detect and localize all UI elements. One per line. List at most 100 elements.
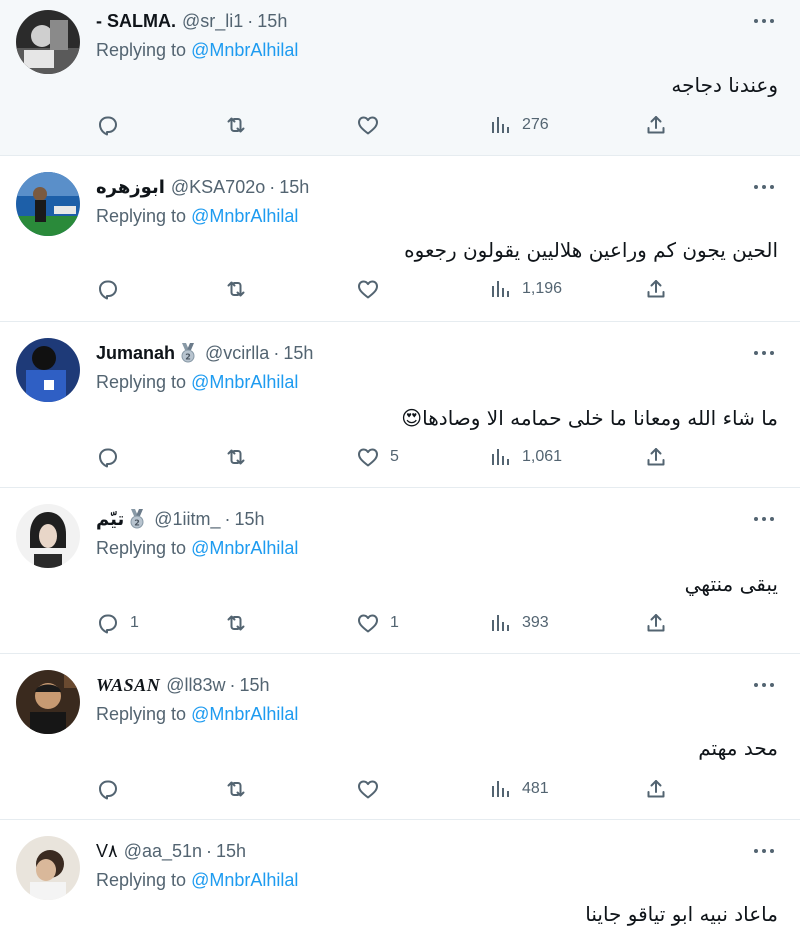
display-name[interactable]: - SALMA. (96, 11, 176, 32)
views-icon (488, 445, 512, 469)
like-button[interactable] (356, 274, 390, 304)
more-icon[interactable] (752, 678, 776, 692)
share-icon (644, 777, 668, 801)
avatar[interactable] (16, 836, 80, 900)
reply-tweet[interactable]: Jumanah @vcirlla · 15h Replying to @Mnbr… (0, 322, 800, 488)
heart-icon (356, 445, 380, 469)
medal-icon (179, 343, 197, 363)
avatar[interactable] (16, 172, 80, 236)
replying-to-handle[interactable]: @MnbrAlhilal (191, 538, 298, 558)
share-button[interactable] (644, 274, 668, 304)
share-button[interactable] (644, 774, 668, 804)
timestamp[interactable]: 15h (283, 343, 313, 364)
display-name[interactable]: Jumanah (96, 343, 175, 364)
avatar[interactable] (16, 670, 80, 734)
replying-to-handle[interactable]: @MnbrAlhilal (191, 704, 298, 724)
replying-to-handle[interactable]: @MnbrAlhilal (191, 870, 298, 890)
tweet-actions (96, 940, 696, 944)
views-button[interactable]: 276 (488, 110, 549, 140)
display-name[interactable]: تيّم (96, 509, 124, 530)
retweet-button[interactable] (224, 774, 248, 804)
views-button[interactable]: 1,061 (488, 442, 562, 472)
more-icon[interactable] (752, 14, 776, 28)
reply-tweet[interactable]: ابوزهره @KSA702o · 15h Replying to @Mnbr… (0, 156, 800, 322)
replying-to-label: Replying to (96, 870, 187, 890)
retweet-button[interactable] (224, 110, 248, 140)
share-button[interactable] (644, 608, 668, 638)
like-button[interactable]: 5 (356, 442, 399, 472)
reply-tweet[interactable]: WASAN @ll83w · 15h Replying to @MnbrAlhi… (0, 654, 800, 820)
like-button[interactable] (356, 110, 390, 140)
timestamp[interactable]: 15h (257, 11, 287, 32)
retweet-icon (224, 445, 248, 469)
like-button[interactable] (356, 774, 390, 804)
heart-icon (356, 777, 380, 801)
more-icon[interactable] (752, 180, 776, 194)
tweet-text: يبقى منتهي (684, 572, 778, 596)
user-handle[interactable]: @sr_li1 (182, 11, 243, 32)
more-icon[interactable] (752, 512, 776, 526)
tweet-actions: 5 1,061 (96, 442, 696, 472)
retweet-button[interactable] (224, 274, 248, 304)
replying-to-label: Replying to (96, 206, 187, 226)
views-button[interactable]: 1,196 (488, 274, 562, 304)
replying-to-handle[interactable]: @MnbrAlhilal (191, 372, 298, 392)
retweet-icon (224, 611, 248, 635)
user-handle[interactable]: @vcirlla (205, 343, 269, 364)
replying-to: Replying to @MnbrAlhilal (96, 40, 298, 61)
share-button[interactable] (644, 940, 668, 944)
retweet-button[interactable] (224, 442, 248, 472)
display-name[interactable]: WASAN (96, 675, 160, 696)
tweet-text: الحين يجون كم وراعين هلاليين يقولون رجعو… (404, 238, 778, 262)
reply-button[interactable] (96, 274, 130, 304)
tweet-header: تيّم @1iitm_ · 15h (96, 508, 265, 530)
share-button[interactable] (644, 442, 668, 472)
views-button[interactable]: 481 (488, 774, 549, 804)
more-icon[interactable] (752, 844, 776, 858)
reply-button[interactable] (96, 940, 130, 944)
views-button[interactable]: 393 (488, 608, 549, 638)
avatar[interactable] (16, 338, 80, 402)
timestamp[interactable]: 15h (235, 509, 265, 530)
display-name[interactable]: V۸ (96, 841, 118, 862)
reply-tweet[interactable]: - SALMA. @sr_li1 · 15h Replying to @Mnbr… (0, 0, 800, 156)
reply-icon (96, 445, 120, 469)
user-handle[interactable]: @aa_51n (124, 841, 202, 862)
timestamp[interactable]: 15h (216, 841, 246, 862)
tweet-header: Jumanah @vcirlla · 15h (96, 342, 313, 364)
retweet-button[interactable] (224, 940, 248, 944)
more-icon[interactable] (752, 346, 776, 360)
reply-button[interactable] (96, 774, 130, 804)
like-count: 5 (390, 448, 399, 465)
retweet-button[interactable] (224, 608, 248, 638)
views-button[interactable] (488, 940, 522, 944)
reply-button[interactable]: 1 (96, 608, 139, 638)
timestamp[interactable]: 15h (240, 675, 270, 696)
like-button[interactable]: 1 (356, 608, 399, 638)
retweet-icon (224, 113, 248, 137)
replying-to-label: Replying to (96, 538, 187, 558)
replying-to-label: Replying to (96, 40, 187, 60)
replying-to: Replying to @MnbrAlhilal (96, 870, 298, 891)
user-handle[interactable]: @ll83w (166, 675, 225, 696)
avatar[interactable] (16, 10, 80, 74)
reply-tweet[interactable]: تيّم @1iitm_ · 15h Replying to @MnbrAlhi… (0, 488, 800, 654)
tweet-text: ماعاد نبيه ابو تياقو جاينا (585, 902, 778, 926)
replying-to-handle[interactable]: @MnbrAlhilal (191, 206, 298, 226)
heart-icon (356, 611, 380, 635)
separator-dot: · (269, 176, 276, 197)
share-button[interactable] (644, 110, 668, 140)
display-name[interactable]: ابوزهره (96, 177, 165, 198)
reply-button[interactable] (96, 110, 130, 140)
like-button[interactable] (356, 940, 390, 944)
user-handle[interactable]: @1iitm_ (154, 509, 220, 530)
view-count: 276 (522, 116, 549, 133)
reply-button[interactable] (96, 442, 130, 472)
reply-tweet[interactable]: V۸ @aa_51n · 15h Replying to @MnbrAlhila… (0, 820, 800, 944)
replying-to-handle[interactable]: @MnbrAlhilal (191, 40, 298, 60)
timestamp[interactable]: 15h (279, 177, 309, 198)
avatar[interactable] (16, 504, 80, 568)
user-handle[interactable]: @KSA702o (171, 177, 265, 198)
replying-to: Replying to @MnbrAlhilal (96, 538, 298, 559)
separator-dot: · (247, 10, 254, 31)
